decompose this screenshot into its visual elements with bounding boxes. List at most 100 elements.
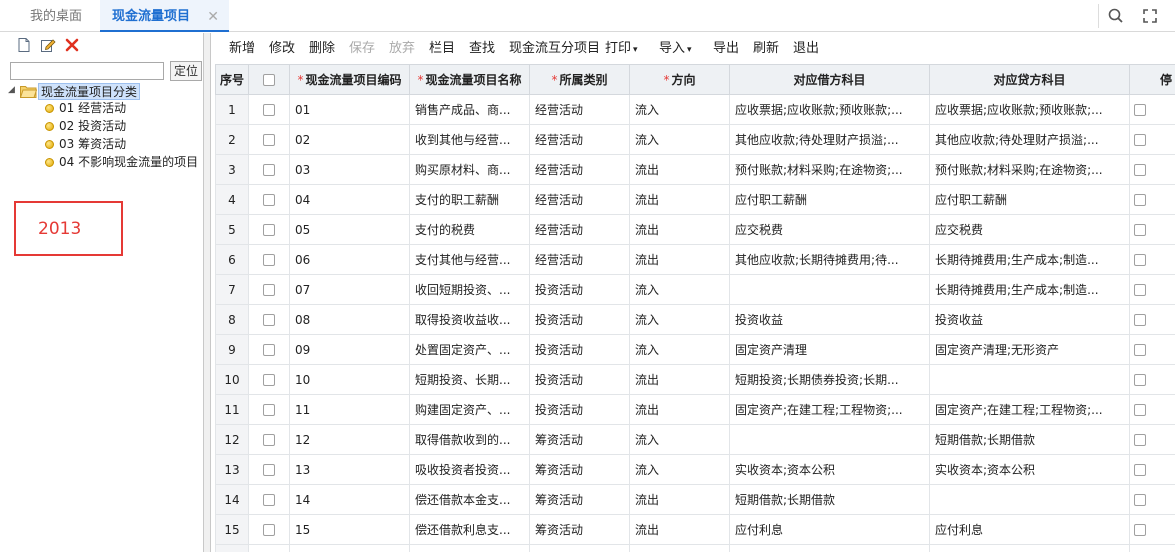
- row-index-cell[interactable]: 4: [215, 184, 249, 215]
- stop-checkbox[interactable]: [1134, 224, 1146, 236]
- direction-cell[interactable]: 流出: [629, 514, 730, 545]
- row-index-cell[interactable]: 11: [215, 394, 249, 425]
- table-row[interactable]: 9 09 处置固定资产、... 投资活动 流入 固定资产清理 固定资产清理;无形资产: [215, 334, 1175, 365]
- debit-accounts-cell[interactable]: 其他应收款;待处理财产损溢;...: [729, 124, 930, 155]
- table-row[interactable]: 11 11 购建固定资产、... 投资活动 流出 固定资产;在建工程;工程物资;... 固定…: [215, 394, 1175, 425]
- debit-accounts-cell[interactable]: 应付职工薪酬: [729, 184, 930, 215]
- name-cell[interactable]: 取得借款收到的...: [409, 424, 530, 455]
- row-index-cell[interactable]: 14: [215, 484, 249, 515]
- row-checkbox[interactable]: [263, 254, 275, 266]
- row-checkbox[interactable]: [263, 374, 275, 386]
- expand-triangle-icon[interactable]: ◢: [8, 85, 15, 95]
- debit-accounts-cell[interactable]: 固定资产;在建工程;工程物资;...: [729, 394, 930, 425]
- stop-checkbox[interactable]: [1134, 314, 1146, 326]
- row-index-cell[interactable]: 5: [215, 214, 249, 245]
- category-cell[interactable]: 筹资活动: [529, 424, 630, 455]
- table-row[interactable]: 14 14 偿还借款本金支... 筹资活动 流出 短期借款;长期借款: [215, 484, 1175, 515]
- delete-button[interactable]: 删除: [309, 33, 335, 63]
- row-checkbox[interactable]: [263, 494, 275, 506]
- direction-cell[interactable]: 流入: [629, 424, 730, 455]
- direction-cell[interactable]: 流入: [629, 274, 730, 305]
- category-cell[interactable]: 投资活动: [529, 334, 630, 365]
- tab-cash-flow-items[interactable]: 现金流量项目 ✕: [100, 0, 229, 32]
- name-cell[interactable]: 支付的税费: [409, 214, 530, 245]
- name-cell[interactable]: 支付的职工薪酬: [409, 184, 530, 215]
- credit-accounts-cell[interactable]: 其他应收款;待处理财产损溢;...: [929, 124, 1130, 155]
- direction-cell[interactable]: 流出: [629, 394, 730, 425]
- stop-checkbox[interactable]: [1134, 254, 1146, 266]
- debit-accounts-cell[interactable]: 实收资本;资本公积: [729, 454, 930, 485]
- name-cell[interactable]: 偿还借款本金支...: [409, 484, 530, 515]
- name-cell[interactable]: 短期投资、长期...: [409, 364, 530, 395]
- code-cell[interactable]: 13: [289, 454, 410, 485]
- stop-cell[interactable]: [1129, 124, 1175, 155]
- direction-cell[interactable]: 流出: [629, 364, 730, 395]
- category-cell[interactable]: 经营活动: [529, 154, 630, 185]
- debit-accounts-cell[interactable]: 应交税费: [729, 214, 930, 245]
- table-row[interactable]: [215, 544, 1175, 552]
- table-row[interactable]: 2 02 收到其他与经营... 经营活动 流入 其他应收款;待处理财产损溢;... 其他应收…: [215, 124, 1175, 155]
- table-row[interactable]: 4 04 支付的职工薪酬 经营活动 流出 应付职工薪酬 应付职工薪酬: [215, 184, 1175, 215]
- code-cell[interactable]: 08: [289, 304, 410, 335]
- stop-cell[interactable]: [1129, 394, 1175, 425]
- stop-cell[interactable]: [1129, 424, 1175, 455]
- stop-checkbox[interactable]: [1134, 194, 1146, 206]
- category-cell[interactable]: 筹资活动: [529, 454, 630, 485]
- code-cell[interactable]: 15: [289, 514, 410, 545]
- credit-accounts-cell[interactable]: [929, 364, 1130, 395]
- category-cell[interactable]: 投资活动: [529, 274, 630, 305]
- refresh-button[interactable]: 刷新: [753, 33, 779, 63]
- stop-cell[interactable]: [1129, 334, 1175, 365]
- table-row[interactable]: 6 06 支付其他与经营... 经营活动 流出 其他应收款;长期待摊费用;待... 长期待摊…: [215, 244, 1175, 275]
- credit-accounts-cell[interactable]: 固定资产清理;无形资产: [929, 334, 1130, 365]
- direction-cell[interactable]: 流出: [629, 184, 730, 215]
- credit-accounts-cell[interactable]: 应付利息: [929, 514, 1130, 545]
- row-select-cell[interactable]: [248, 154, 290, 185]
- stop-cell[interactable]: [1129, 304, 1175, 335]
- row-select-cell[interactable]: [248, 454, 290, 485]
- column-header-direction[interactable]: * 方向: [629, 64, 730, 95]
- name-cell[interactable]: 偿还借款利息支...: [409, 514, 530, 545]
- category-cell[interactable]: 经营活动: [529, 184, 630, 215]
- direction-cell[interactable]: 流出: [629, 244, 730, 275]
- category-cell[interactable]: 经营活动: [529, 124, 630, 155]
- direction-cell[interactable]: 流入: [629, 454, 730, 485]
- direction-cell[interactable]: 流出: [629, 154, 730, 185]
- row-select-cell[interactable]: [248, 184, 290, 215]
- debit-accounts-cell[interactable]: 投资收益: [729, 304, 930, 335]
- credit-accounts-cell[interactable]: 实收资本;资本公积: [929, 454, 1130, 485]
- direction-cell[interactable]: 流入: [629, 124, 730, 155]
- stop-cell[interactable]: [1129, 154, 1175, 185]
- debit-accounts-cell[interactable]: 应付利息: [729, 514, 930, 545]
- row-index-cell[interactable]: 13: [215, 454, 249, 485]
- table-row[interactable]: 10 10 短期投资、长期... 投资活动 流出 短期投资;长期债券投资;长期...: [215, 364, 1175, 395]
- column-header-code[interactable]: * 现金流量项目编码: [289, 64, 410, 95]
- stop-checkbox[interactable]: [1134, 434, 1146, 446]
- edit-button[interactable]: 修改: [269, 33, 295, 63]
- row-checkbox[interactable]: [263, 194, 275, 206]
- row-checkbox[interactable]: [263, 464, 275, 476]
- row-select-cell[interactable]: [248, 244, 290, 275]
- tree-search-input[interactable]: [10, 62, 164, 80]
- category-cell[interactable]: 投资活动: [529, 304, 630, 335]
- code-cell[interactable]: 07: [289, 274, 410, 305]
- name-cell[interactable]: 支付其他与经营...: [409, 244, 530, 275]
- column-header-stop[interactable]: 停: [1129, 64, 1175, 95]
- stop-cell[interactable]: [1129, 454, 1175, 485]
- column-header-category[interactable]: * 所属类别: [529, 64, 630, 95]
- row-index-cell[interactable]: 15: [215, 514, 249, 545]
- row-checkbox[interactable]: [263, 104, 275, 116]
- credit-accounts-cell[interactable]: 长期待摊费用;生产成本;制造...: [929, 244, 1130, 275]
- stop-checkbox[interactable]: [1134, 344, 1146, 356]
- interchange-items-button[interactable]: 现金流互分项目: [509, 33, 600, 63]
- code-cell[interactable]: 06: [289, 244, 410, 275]
- credit-accounts-cell[interactable]: 应收票据;应收账款;预收账款;...: [929, 94, 1130, 125]
- edit-icon[interactable]: [40, 37, 56, 53]
- row-index-cell[interactable]: 10: [215, 364, 249, 395]
- code-cell[interactable]: 03: [289, 154, 410, 185]
- column-header-select-all[interactable]: [248, 64, 290, 95]
- columns-button[interactable]: 栏目: [429, 33, 455, 63]
- delete-icon[interactable]: [64, 37, 80, 53]
- column-header-index[interactable]: 序号: [215, 64, 249, 95]
- row-index-cell[interactable]: 6: [215, 244, 249, 275]
